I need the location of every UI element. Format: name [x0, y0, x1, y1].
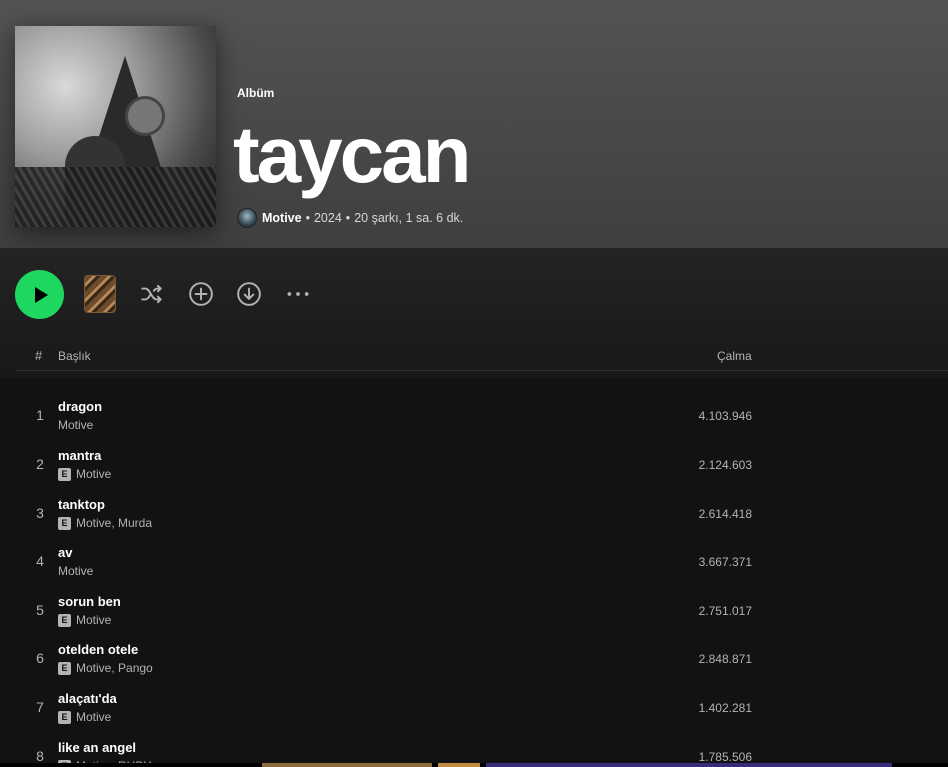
explicit-badge: E: [58, 467, 71, 481]
cover-fur: [15, 167, 216, 227]
track-artist-names[interactable]: Motive: [58, 564, 93, 578]
track-plays: 2.614.418: [698, 507, 752, 521]
album-type-label: Albüm: [237, 86, 275, 100]
track-number: 3: [36, 505, 44, 521]
more-options-button[interactable]: [284, 280, 312, 308]
track-title[interactable]: mantra: [58, 448, 101, 463]
track-plays: 1.402.281: [698, 701, 752, 715]
header-number: #: [35, 348, 43, 363]
track-row[interactable]: 6 otelden otele E Motive, Pango 2.848.87…: [15, 635, 948, 683]
more-icon: [287, 292, 309, 296]
shuffle-icon: [141, 284, 162, 304]
track-artist-names[interactable]: Motive: [76, 467, 111, 481]
track-title[interactable]: dragon: [58, 399, 102, 414]
track-plays: 2.124.603: [698, 458, 752, 472]
track-artists: E Motive, Murda: [58, 516, 152, 530]
album-header: Albüm taycan Motive • 2024 • 20 şarkı, 1…: [0, 0, 948, 248]
track-plays: 2.751.017: [698, 604, 752, 618]
download-icon: [237, 282, 261, 306]
track-row[interactable]: 8 like an angel E Motive, RUBY 1.785.506: [15, 733, 948, 767]
track-artist-names[interactable]: Motive: [76, 710, 111, 724]
track-row[interactable]: 1 dragon Motive 4.103.946: [15, 392, 948, 440]
track-plays: 2.848.871: [698, 652, 752, 666]
track-number: 8: [36, 748, 44, 764]
explicit-badge: E: [58, 516, 71, 530]
track-artists: E Motive: [58, 710, 111, 724]
track-title[interactable]: otelden otele: [58, 642, 138, 657]
preview-cover-thumbnail[interactable]: [84, 275, 116, 313]
track-title[interactable]: sorun ben: [58, 594, 121, 609]
track-artists: E Motive: [58, 467, 111, 481]
strip-segment: [438, 763, 480, 767]
track-title[interactable]: like an angel: [58, 740, 136, 755]
track-row[interactable]: 7 alaçatı'da E Motive 1.402.281: [15, 684, 948, 732]
track-artists: Motive: [58, 564, 93, 578]
album-cover[interactable]: [15, 26, 216, 227]
track-artist-names[interactable]: Motive, Murda: [76, 516, 152, 530]
track-artists: E Motive, Pango: [58, 661, 153, 675]
track-row[interactable]: 2 mantra E Motive 2.124.603: [15, 441, 948, 489]
album-meta: Motive • 2024 • 20 şarkı, 1 sa. 6 dk.: [237, 207, 463, 229]
cover-emblem: [125, 96, 165, 136]
download-button[interactable]: [235, 280, 263, 308]
track-plays: 3.667.371: [698, 555, 752, 569]
meta-separator: •: [305, 211, 310, 225]
track-title[interactable]: tanktop: [58, 497, 105, 512]
track-row[interactable]: 5 sorun ben E Motive 2.751.017: [15, 587, 948, 635]
track-plays: 1.785.506: [698, 750, 752, 764]
track-artists: E Motive: [58, 613, 111, 627]
bottom-now-playing-strip: [0, 763, 948, 767]
track-artists: Motive: [58, 418, 93, 432]
album-title: taycan: [233, 110, 471, 199]
artist-link[interactable]: Motive: [262, 211, 302, 225]
track-artist-names[interactable]: Motive: [58, 418, 93, 432]
track-number: 4: [36, 553, 44, 569]
meta-separator: •: [345, 211, 351, 225]
explicit-badge: E: [58, 661, 71, 675]
album-year: 2024: [313, 211, 342, 225]
explicit-badge: E: [58, 710, 71, 724]
album-summary: 20 şarkı, 1 sa. 6 dk.: [354, 211, 464, 225]
artist-avatar[interactable]: [237, 208, 257, 228]
play-icon: [35, 286, 48, 303]
explicit-badge: E: [58, 613, 71, 627]
track-number: 6: [36, 650, 44, 666]
track-title[interactable]: alaçatı'da: [58, 691, 117, 706]
track-title[interactable]: av: [58, 545, 72, 560]
track-number: 1: [36, 407, 44, 423]
add-circle-icon: [189, 282, 213, 306]
shuffle-button[interactable]: [138, 280, 166, 308]
add-to-library-button[interactable]: [187, 280, 215, 308]
track-artist-names[interactable]: Motive, Pango: [76, 661, 153, 675]
header-plays: Çalma: [717, 349, 752, 363]
track-plays: 4.103.946: [698, 409, 752, 423]
header-title: Başlık: [58, 349, 91, 363]
strip-segment: [486, 763, 892, 767]
tracklist-header: # Başlık Çalma: [15, 340, 948, 371]
track-row[interactable]: 4 av Motive 3.667.371: [15, 538, 948, 586]
play-button[interactable]: [15, 270, 64, 319]
track-number: 2: [36, 456, 44, 472]
track-artist-names[interactable]: Motive: [76, 613, 111, 627]
track-number: 5: [36, 602, 44, 618]
track-row[interactable]: 3 tanktop E Motive, Murda 2.614.418: [15, 490, 948, 538]
track-number: 7: [36, 699, 44, 715]
strip-segment: [262, 763, 432, 767]
